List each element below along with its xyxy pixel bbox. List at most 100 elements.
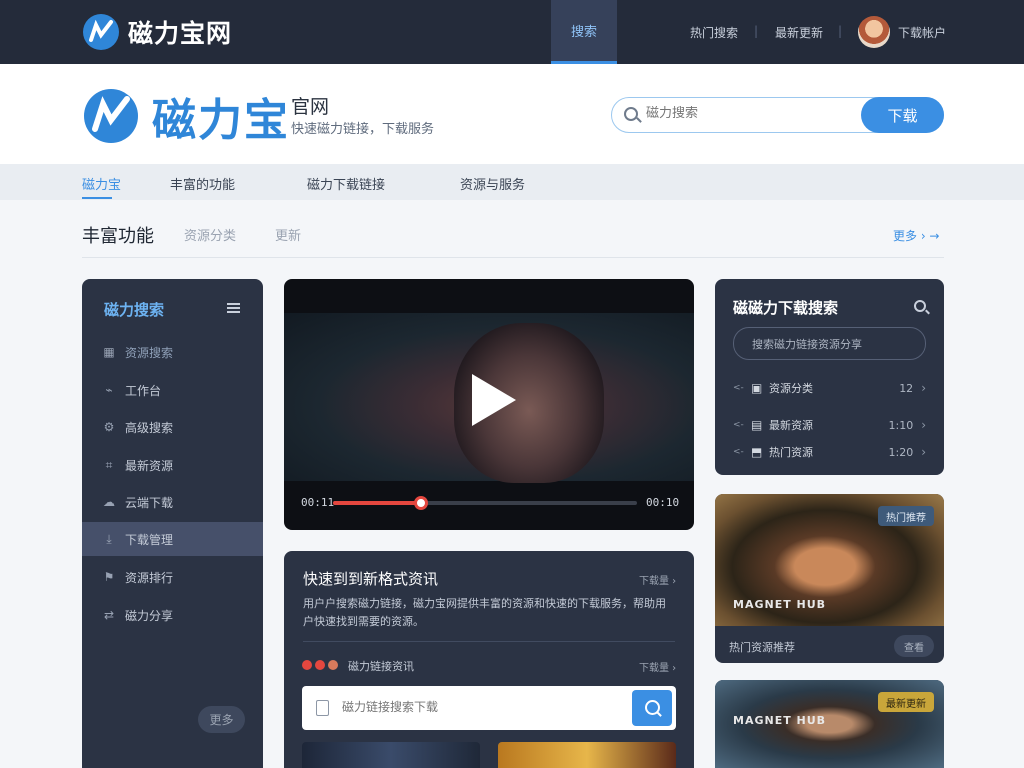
list-item-label: 资源分类 bbox=[769, 382, 813, 395]
sidebar-item-label: 资源排行 bbox=[125, 570, 174, 585]
sidebar-item-label: 磁力分享 bbox=[125, 608, 174, 623]
sidebar-item-label: 高级搜索 bbox=[125, 420, 174, 435]
site-subtitle: 官网 bbox=[291, 96, 330, 118]
divider bbox=[82, 257, 944, 258]
site-header: 磁力宝 官网 快速磁力链接，下载服务 下载 bbox=[0, 64, 1024, 164]
list-item-count: 1:20 bbox=[888, 445, 914, 459]
magnet-search-input[interactable] bbox=[342, 700, 602, 714]
brand[interactable]: 磁力宝网 bbox=[82, 13, 232, 51]
active-tab-indicator bbox=[82, 197, 112, 199]
play-icon[interactable] bbox=[472, 374, 516, 426]
list-item[interactable]: <- ▣ 资源分类 12 › bbox=[733, 378, 926, 398]
user-account-link[interactable]: 下载帐户 bbox=[898, 24, 946, 41]
sidebar-more-button[interactable]: 更多 bbox=[198, 706, 245, 733]
more-link[interactable]: 更多 › → bbox=[893, 227, 939, 244]
view-button[interactable]: 查看 bbox=[894, 635, 934, 657]
sidebar: 磁力搜索 ▦ 资源搜索 ⌁ 工作台 ⚙ 高级搜索 ⌗ 最新资源 ☁ 云端下载 ⤓… bbox=[82, 279, 263, 768]
thumbnail[interactable] bbox=[302, 742, 480, 768]
status-badge: 热门推荐 bbox=[878, 506, 934, 526]
chevron-right-icon: › bbox=[921, 418, 926, 432]
list-item[interactable]: <- ▤ 最新资源 1:10 › bbox=[733, 415, 926, 435]
flag-icon: ⚑ bbox=[103, 570, 115, 584]
progress-knob[interactable] bbox=[414, 496, 429, 510]
subnav-item-services[interactable]: 资源与服务 bbox=[460, 174, 525, 193]
divider bbox=[303, 641, 675, 642]
article-side-link[interactable]: 下载量 › bbox=[639, 659, 676, 674]
magnet-search-card: 磁磁力下载搜索 搜索磁力链接资源分享 <- ▣ 资源分类 12 › <- ▤ 最… bbox=[715, 279, 944, 475]
status-dots bbox=[302, 660, 341, 670]
card-search-field[interactable]: 搜索磁力链接资源分享 bbox=[733, 327, 926, 360]
section-tab-updates[interactable]: 更新 bbox=[275, 225, 301, 244]
subnav-item-home[interactable]: 磁力宝 bbox=[82, 174, 121, 193]
magnet-search-box bbox=[302, 686, 676, 730]
chevron-right-icon: › bbox=[921, 445, 926, 459]
video-player[interactable]: 00:11 00:10 bbox=[284, 279, 694, 530]
search-icon bbox=[624, 107, 638, 121]
section-tab-categories[interactable]: 资源分类 bbox=[184, 225, 236, 244]
share-icon: ⇄ bbox=[103, 608, 115, 622]
divider: | bbox=[754, 24, 759, 38]
document-icon bbox=[316, 700, 329, 716]
sidebar-title: 磁力搜索 bbox=[104, 301, 165, 319]
sidebar-item-label: 下载管理 bbox=[125, 532, 174, 547]
cloud-icon: ☁ bbox=[103, 495, 115, 509]
thumbnail[interactable] bbox=[498, 742, 676, 768]
sidebar-item-share[interactable]: ⇄ 磁力分享 bbox=[82, 598, 263, 632]
media-card[interactable]: MAGNET HUB 最新更新 bbox=[715, 680, 944, 768]
chevron-right-icon: › bbox=[921, 381, 926, 395]
arrow-left-icon: <- bbox=[733, 383, 744, 393]
header-search: 下载 bbox=[611, 97, 944, 133]
status-dot bbox=[328, 660, 338, 670]
site-description: 快速磁力链接，下载服务 bbox=[291, 122, 435, 137]
top-bar: 磁力宝网 搜索 热门搜索 | 最新更新 | 下载帐户 bbox=[0, 0, 1024, 64]
arrow-left-icon: <- bbox=[733, 420, 744, 430]
sidebar-item-cloud[interactable]: ☁ 云端下载 bbox=[82, 485, 263, 519]
time-total: 00:10 bbox=[646, 496, 680, 509]
search-icon[interactable] bbox=[914, 300, 926, 312]
menu-icon[interactable] bbox=[227, 303, 240, 313]
sub-nav: 磁力宝 丰富的功能 磁力下载链接 资源与服务 bbox=[0, 164, 1024, 200]
sidebar-item-label: 云端下载 bbox=[125, 495, 174, 510]
progress-bar[interactable] bbox=[333, 496, 637, 510]
avatar[interactable] bbox=[858, 16, 890, 48]
article-body: 用户户搜索磁力链接，磁力宝网提供丰富的资源和快速的下载服务，帮助用户快速找到需要… bbox=[303, 597, 666, 628]
sidebar-item-advanced-search[interactable]: ⚙ 高级搜索 bbox=[82, 410, 263, 444]
link-icon: ⌁ bbox=[105, 383, 113, 397]
list-item-count: 1:10 bbox=[888, 418, 914, 432]
status-dot bbox=[302, 660, 312, 670]
sidebar-item-label: 工作台 bbox=[125, 383, 162, 398]
sidebar-item-resource-search[interactable]: ▦ 资源搜索 bbox=[82, 335, 263, 369]
download-icon: ⤓ bbox=[106, 532, 112, 546]
category-icon: ▣ bbox=[751, 381, 763, 395]
gear-icon: ⚙ bbox=[103, 420, 115, 434]
media-caption: 热门资源推荐 bbox=[729, 641, 795, 654]
search-input[interactable] bbox=[646, 106, 846, 121]
status-dot bbox=[315, 660, 325, 670]
tab-search[interactable]: 搜索 bbox=[551, 0, 617, 64]
site-logo[interactable]: 磁力宝 bbox=[82, 84, 290, 148]
grid-icon: ▦ bbox=[103, 345, 115, 359]
list-item-count: 12 bbox=[899, 381, 914, 395]
nav-link-hot[interactable]: 热门搜索 bbox=[690, 24, 738, 41]
article-label: 磁力链接资讯 bbox=[348, 660, 414, 673]
nav-link-latest[interactable]: 最新更新 bbox=[775, 24, 823, 41]
subnav-item-features[interactable]: 丰富的功能 bbox=[170, 174, 235, 193]
sidebar-item-downloads[interactable]: ⤓ 下载管理 bbox=[82, 522, 263, 556]
article-tag-link[interactable]: 下载量 › bbox=[639, 572, 676, 587]
divider: | bbox=[838, 24, 843, 38]
file-icon: ▤ bbox=[751, 418, 763, 432]
sidebar-item-ranking[interactable]: ⚑ 资源排行 bbox=[82, 560, 263, 594]
time-current: 00:11 bbox=[301, 496, 335, 509]
progress-fill bbox=[333, 501, 422, 505]
list-item[interactable]: <- ⬒ 热门资源 1:20 › bbox=[733, 442, 926, 462]
search-button[interactable] bbox=[632, 690, 672, 726]
sidebar-item-latest[interactable]: ⌗ 最新资源 bbox=[82, 448, 263, 482]
brand-name: 磁力宝网 bbox=[128, 19, 233, 48]
card-title: 磁磁力下载搜索 bbox=[733, 299, 839, 317]
download-button[interactable]: 下载 bbox=[861, 97, 944, 133]
media-overlay-text: MAGNET HUB bbox=[733, 714, 827, 727]
subnav-item-links[interactable]: 磁力下载链接 bbox=[307, 174, 385, 193]
sidebar-item-workbench[interactable]: ⌁ 工作台 bbox=[82, 373, 263, 407]
logo-text: 磁力宝 bbox=[152, 95, 290, 146]
media-card[interactable]: MAGNET HUB 热门推荐 热门资源推荐 查看 bbox=[715, 494, 944, 663]
